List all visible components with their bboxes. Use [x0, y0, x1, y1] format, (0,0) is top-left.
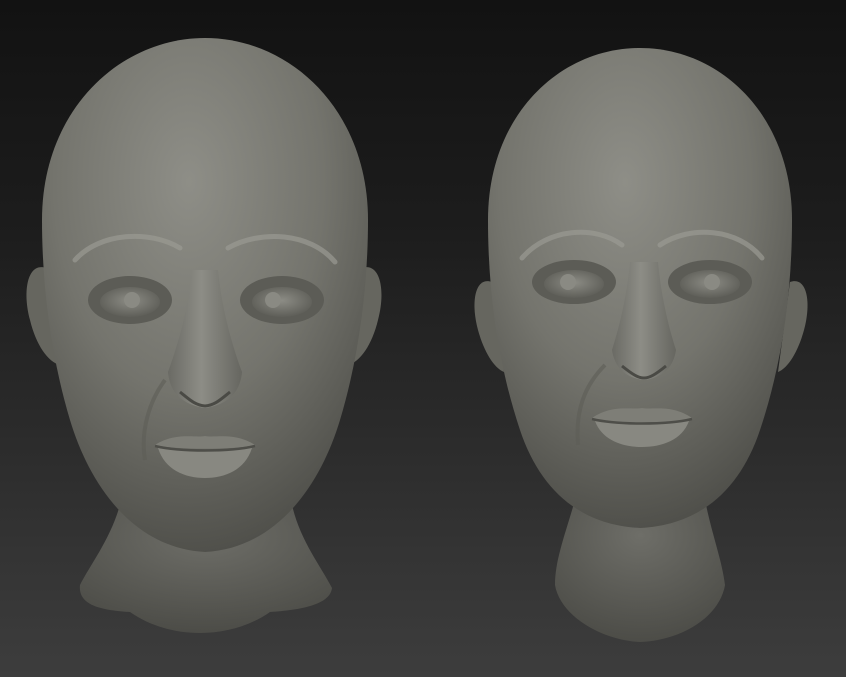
iris-right-1 — [560, 274, 576, 290]
viewport-canvas — [26, 38, 808, 642]
head-sculpt-right[interactable] — [474, 48, 808, 642]
sculpt-viewport[interactable] — [0, 0, 846, 677]
iris-left-2 — [265, 292, 281, 308]
head-sculpt-left[interactable] — [26, 38, 382, 633]
eyeball-left-2 — [252, 287, 312, 317]
iris-right-2 — [704, 274, 720, 290]
iris-left-1 — [124, 292, 140, 308]
